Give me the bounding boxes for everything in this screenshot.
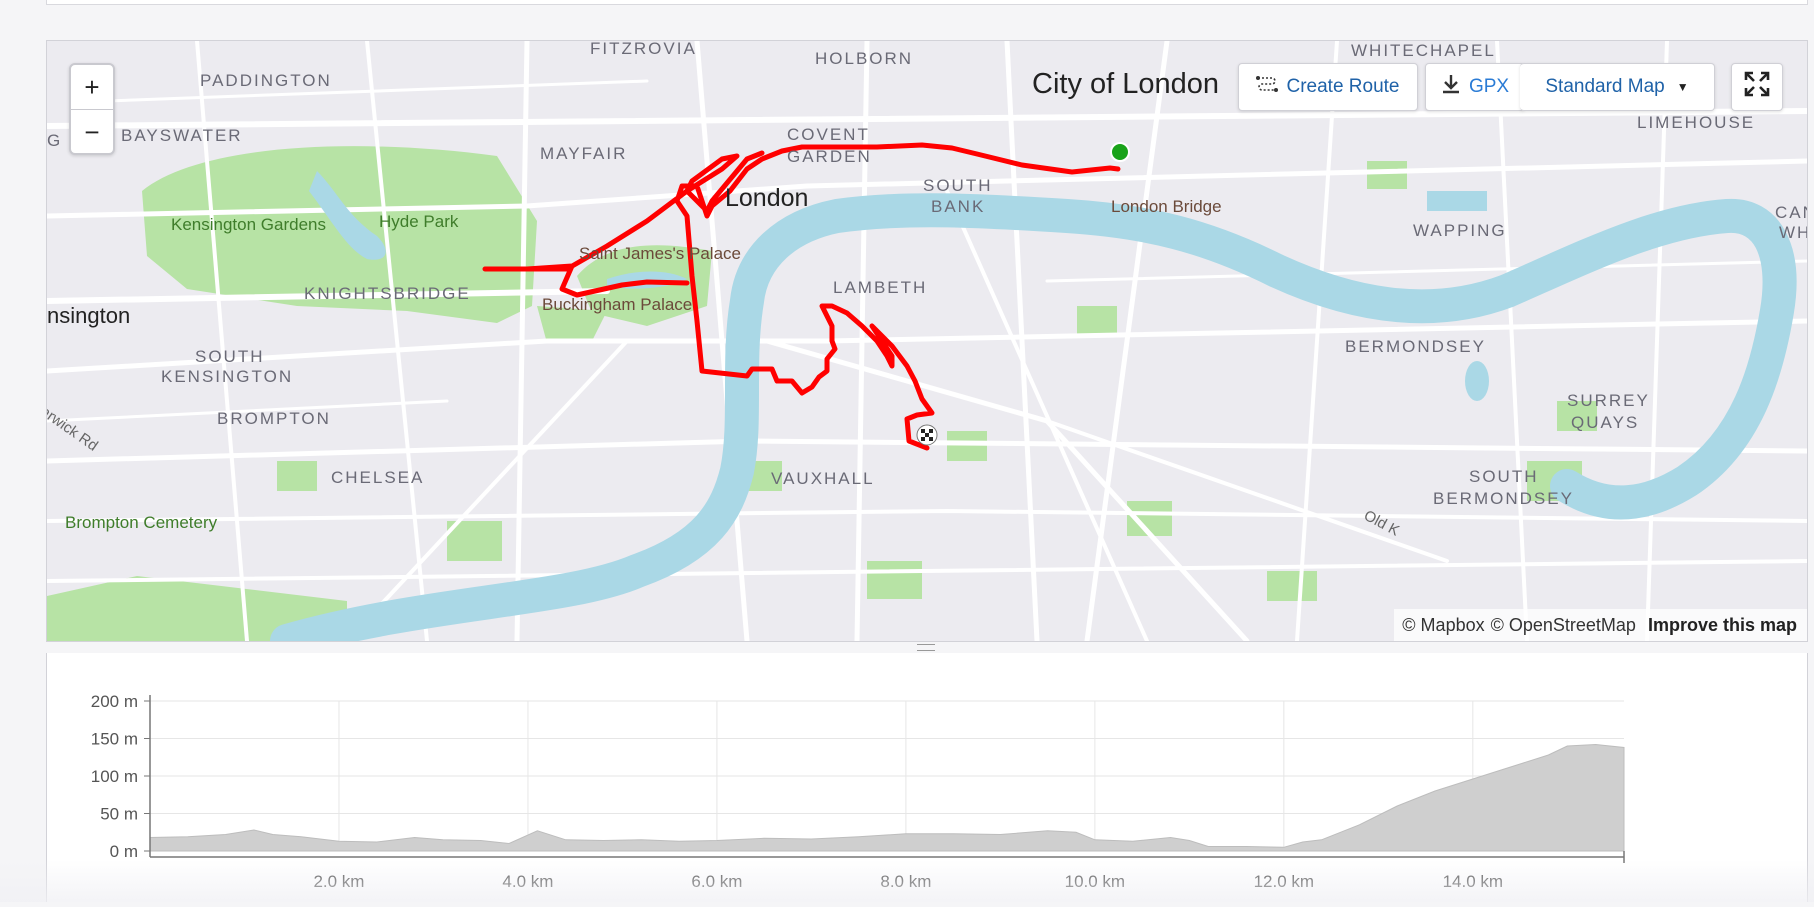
label-whitechapel: WHITECHAPEL xyxy=(1351,41,1496,60)
label-hyde-park: Hyde Park xyxy=(379,212,459,231)
label-g-cut: G xyxy=(47,131,63,150)
label-south-kensington-2: KENSINGTON xyxy=(161,367,294,386)
label-bayswater: BAYSWATER xyxy=(121,126,243,145)
label-knightsbridge: KNIGHTSBRIDGE xyxy=(304,284,471,303)
osm-attribution-link[interactable]: © OpenStreetMap xyxy=(1491,615,1636,636)
zoom-out-button[interactable]: − xyxy=(71,109,113,153)
label-city-of-london: City of London xyxy=(1032,68,1220,100)
label-wapping: WAPPING xyxy=(1413,221,1507,240)
label-holborn: HOLBORN xyxy=(815,49,914,68)
label-brompton: BROMPTON xyxy=(217,409,331,428)
label-covent: COVENT xyxy=(787,125,870,144)
label-kensington-gardens: Kensington Gardens xyxy=(171,215,326,234)
x-tick-label: 2.0 km xyxy=(313,872,364,891)
download-icon xyxy=(1441,73,1461,101)
label-south-bermondsey-2: BERMONDSEY xyxy=(1433,489,1574,508)
fullscreen-button[interactable] xyxy=(1731,63,1783,111)
label-south: SOUTH xyxy=(923,176,993,195)
create-route-label: Create Route xyxy=(1286,76,1400,97)
y-tick-label: 50 m xyxy=(100,805,138,824)
create-route-button[interactable]: Create Route xyxy=(1238,63,1418,111)
label-surrey-2: QUAYS xyxy=(1571,413,1640,432)
label-south-bermondsey-1: SOUTH xyxy=(1469,467,1539,486)
label-buckingham-palace: Buckingham Palace xyxy=(542,295,693,314)
improve-map-link[interactable]: Improve this map xyxy=(1648,615,1797,636)
route-icon xyxy=(1256,74,1279,100)
finish-flag-icon xyxy=(916,424,938,446)
label-surrey-1: SURREY xyxy=(1567,391,1650,410)
y-tick-label: 200 m xyxy=(91,692,138,711)
label-whar: WHAR xyxy=(1779,223,1807,242)
mapbox-attribution-link[interactable]: © Mapbox xyxy=(1402,615,1484,636)
label-saint-james-palace: Saint James's Palace xyxy=(579,244,741,263)
resize-handle[interactable] xyxy=(46,641,1806,653)
label-mayfair: MAYFAIR xyxy=(540,144,628,163)
label-lambeth: LAMBETH xyxy=(833,278,928,297)
y-tick-label: 100 m xyxy=(91,767,138,786)
elevation-area xyxy=(149,743,1625,852)
map-style-label: Standard Map xyxy=(1545,76,1665,97)
label-bank: BANK xyxy=(931,197,986,216)
label-limehouse: LIMEHOUSE xyxy=(1637,113,1756,132)
label-canal: CANAL xyxy=(1775,203,1807,222)
gpx-download-button[interactable]: GPX xyxy=(1425,63,1525,111)
label-kensington-cut: nsington xyxy=(47,303,131,328)
label-fitzrovia: FITZROVIA xyxy=(590,40,697,58)
label-london: London xyxy=(725,184,809,212)
x-tick-label: 10.0 km xyxy=(1065,872,1125,891)
label-garden: GARDEN xyxy=(787,147,872,166)
x-tick-label: 8.0 km xyxy=(880,872,931,891)
label-vauxhall: VAUXHALL xyxy=(771,469,875,488)
x-tick-label: 4.0 km xyxy=(502,872,553,891)
y-tick-label: 150 m xyxy=(91,730,138,749)
label-bermondsey: BERMONDSEY xyxy=(1345,337,1486,356)
elevation-panel: 0 m 50 m 100 m 150 m 200 m 2.0 km 4.0 km 6.0 k… xyxy=(46,653,1808,902)
map-style-dropdown[interactable]: Standard Map ▼ xyxy=(1520,63,1715,111)
label-south-kensington-1: SOUTH xyxy=(195,347,265,366)
zoom-in-button[interactable]: + xyxy=(71,65,113,109)
elevation-chart[interactable]: 0 m 50 m 100 m 150 m 200 m 2.0 km 4.0 km 6.0 k… xyxy=(47,653,1807,902)
label-paddington: PADDINGTON xyxy=(200,71,332,90)
y-tick-label: 0 m xyxy=(110,842,138,861)
surrey-water xyxy=(1465,361,1489,401)
label-brompton-cemetery: Brompton Cemetery xyxy=(65,513,218,532)
previous-section-border xyxy=(46,0,1808,5)
grip-icon xyxy=(917,643,935,651)
docks-water xyxy=(1427,191,1487,211)
map-attribution: © Mapbox © OpenStreetMap Improve this ma… xyxy=(1394,609,1807,641)
zoom-controls: + − xyxy=(69,63,115,155)
x-tick-label: 6.0 km xyxy=(691,872,742,891)
label-chelsea: CHELSEA xyxy=(331,468,425,487)
map-panel[interactable]: FITZROVIA HOLBORN WHITECHAPEL PADDINGTON… xyxy=(46,40,1808,642)
start-marker xyxy=(1110,142,1130,162)
fullscreen-icon xyxy=(1744,71,1770,103)
label-london-bridge: London Bridge xyxy=(1111,197,1222,216)
map-canvas[interactable] xyxy=(47,41,1807,641)
x-tick-label: 12.0 km xyxy=(1254,872,1314,891)
caret-down-icon: ▼ xyxy=(1676,80,1689,94)
x-tick-label: 14.0 km xyxy=(1443,872,1503,891)
gpx-label: GPX xyxy=(1468,76,1510,97)
